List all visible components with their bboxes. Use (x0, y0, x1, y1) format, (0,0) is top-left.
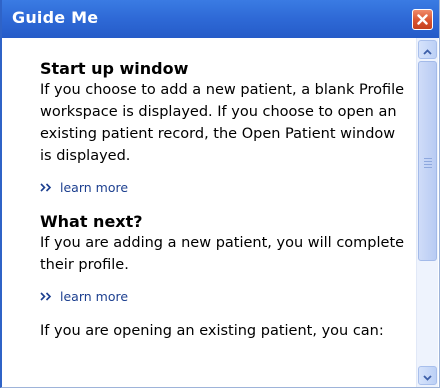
section-body: If you are adding a new patient, you wil… (40, 235, 405, 273)
vertical-scrollbar[interactable] (416, 38, 438, 387)
scroll-thumb[interactable] (418, 61, 437, 261)
scroll-grip (424, 158, 432, 170)
window-title: Guide Me (12, 8, 99, 27)
title-bar[interactable]: Guide Me (2, 0, 439, 38)
learn-more-link[interactable]: learn more (40, 179, 410, 195)
section-body: If you are opening an existing patient, … (40, 323, 384, 339)
section-heading: Start up window (40, 59, 189, 78)
guide-content: Start up window If you choose to add a n… (4, 38, 417, 387)
guide-me-window: Guide Me Start up window If you choose t… (0, 0, 440, 388)
chevron-up-icon (423, 40, 432, 59)
double-chevron-right-icon (40, 291, 53, 301)
scroll-down-button[interactable] (418, 366, 437, 385)
double-chevron-right-icon (40, 182, 53, 192)
close-button[interactable] (412, 9, 433, 30)
learn-more-label[interactable]: learn more (60, 289, 128, 304)
section-heading: What next? (40, 212, 143, 231)
chevron-down-icon (423, 366, 432, 385)
scroll-up-button[interactable] (418, 40, 437, 59)
learn-more-link[interactable]: learn more (40, 288, 410, 304)
learn-more-label[interactable]: learn more (60, 180, 128, 195)
close-icon (417, 14, 428, 25)
section-body: If you choose to add a new patient, a bl… (40, 82, 405, 164)
